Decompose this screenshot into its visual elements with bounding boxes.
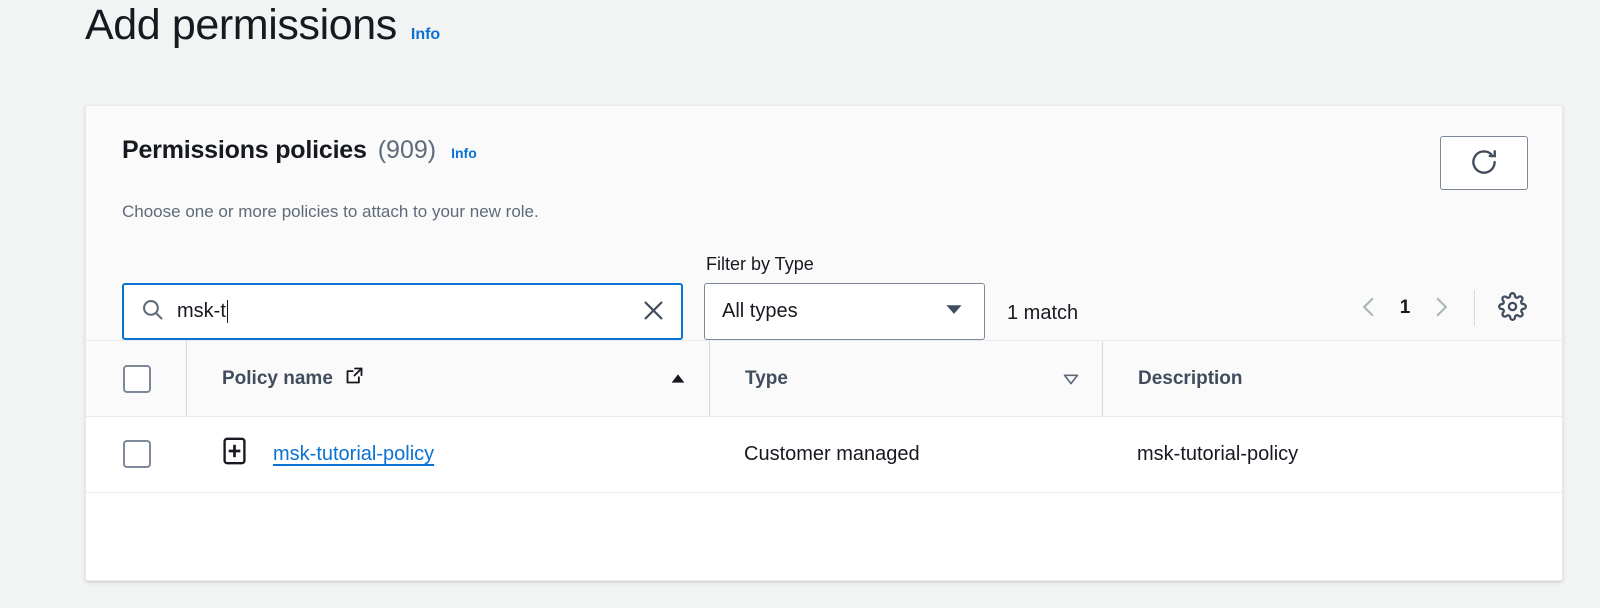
page-info-link[interactable]: Info [411, 26, 440, 44]
expand-plus-icon[interactable] [221, 436, 248, 472]
type-filter-group: Filter by Type All types [704, 254, 985, 340]
search-input-value: msk-t [177, 300, 226, 322]
sort-descending-icon [1060, 368, 1082, 390]
refresh-icon [1469, 147, 1499, 180]
toolbar-divider [1474, 290, 1475, 326]
pagination: 1 [1350, 288, 1562, 328]
policies-table: Policy name Type Description msk-tutoria… [86, 340, 1562, 492]
column-header-description[interactable]: Description [1102, 341, 1562, 417]
panel-heading: Permissions policies (909) Info [122, 136, 477, 165]
chevron-left-icon [1356, 294, 1382, 323]
column-header-policy-name[interactable]: Policy name [186, 341, 709, 417]
preferences-button[interactable] [1492, 288, 1532, 328]
filter-label: Filter by Type [706, 254, 814, 274]
match-count: 1 match [1007, 302, 1079, 324]
refresh-button[interactable] [1440, 136, 1528, 190]
panel-title: Permissions policies [122, 136, 367, 164]
next-page-button[interactable] [1422, 289, 1460, 327]
text-caret [226, 300, 228, 323]
type-filter-select[interactable]: All types [704, 283, 985, 340]
type-filter-value: All types [722, 300, 798, 322]
panel-info-link[interactable]: Info [451, 145, 477, 161]
previous-page-button[interactable] [1350, 289, 1388, 327]
panel-header: Permissions policies (909) Info [86, 106, 1562, 190]
sort-ascending-icon [667, 368, 689, 390]
select-all-checkbox[interactable] [123, 364, 151, 393]
table-row[interactable]: msk-tutorial-policy Customer managed msk… [86, 416, 1562, 492]
search-icon [140, 297, 165, 327]
panel-top-section: Permissions policies (909) Info Choose o… [86, 106, 1562, 340]
search-field-wrapper: msk-t [122, 283, 683, 340]
chevron-right-icon [1428, 294, 1454, 323]
table-footer [86, 491, 1562, 522]
row-select-cell [86, 416, 186, 492]
row-checkbox[interactable] [123, 440, 151, 469]
column-header-type[interactable]: Type [709, 341, 1102, 417]
policy-type-cell: Customer managed [709, 416, 1102, 492]
select-all-header [86, 341, 186, 417]
table-toolbar: msk-t Filter by Type All types 1 match 1 [86, 222, 1562, 340]
chevron-down-icon [941, 296, 967, 327]
policy-description-value: msk-tutorial-policy [1137, 442, 1299, 465]
gear-icon [1497, 292, 1527, 324]
page-title: Add permissions [85, 1, 397, 49]
page-number-1[interactable]: 1 [1388, 297, 1422, 319]
policy-name-cell: msk-tutorial-policy [186, 416, 709, 492]
panel-count: (909) [377, 136, 437, 164]
column-header-type-label: Type [745, 367, 788, 389]
table-header-row: Policy name Type Description [86, 340, 1562, 417]
clear-search-button[interactable] [640, 297, 667, 327]
column-header-policy-name-label: Policy name [222, 367, 333, 389]
search-input[interactable]: msk-t [122, 283, 683, 340]
page-header: Add permissions Info [85, 1, 440, 49]
policy-type-value: Customer managed [744, 442, 920, 465]
add-permissions-page: Add permissions Info Permissions policie… [0, 0, 1600, 608]
column-header-description-label: Description [1138, 367, 1243, 389]
policy-description-cell: msk-tutorial-policy [1102, 416, 1562, 492]
permissions-policies-panel: Permissions policies (909) Info Choose o… [85, 105, 1563, 581]
search-input-value-wrapper: msk-t [177, 300, 640, 323]
close-icon [640, 301, 667, 327]
policy-name-link[interactable]: msk-tutorial-policy [273, 443, 434, 466]
external-link-icon[interactable] [344, 365, 365, 392]
panel-description: Choose one or more policies to attach to… [122, 202, 539, 221]
